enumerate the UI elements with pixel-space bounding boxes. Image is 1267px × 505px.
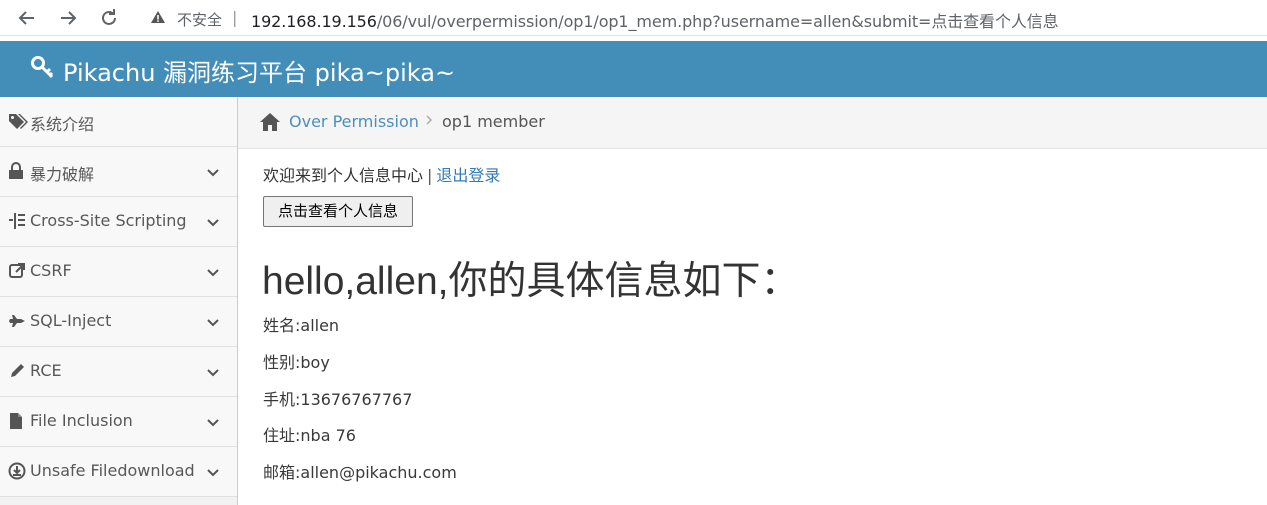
sidebar-item-label: 暴力破解 bbox=[30, 165, 95, 184]
sidebar-item-sql-inject[interactable]: SQL-Inject bbox=[0, 297, 237, 347]
sidebar-item-label: Unsafe Filedownload bbox=[30, 461, 195, 480]
url-host: 192.168.19.156 bbox=[251, 12, 377, 31]
sidebar-item-label: File Inclusion bbox=[30, 411, 133, 430]
address-bar[interactable]: 不安全 | 192.168.19.156/06/vul/overpermissi… bbox=[140, 3, 1260, 33]
sidebar-item-brute-force[interactable]: 暴力破解 bbox=[0, 147, 237, 197]
pencil-icon bbox=[8, 362, 26, 380]
home-icon[interactable] bbox=[259, 112, 281, 132]
info-gender: 性别:boy bbox=[263, 353, 330, 372]
chevron-down-icon[interactable] bbox=[206, 165, 220, 179]
welcome-line: 欢迎来到个人信息中心 | 退出登录 bbox=[263, 162, 500, 186]
chevron-down-icon[interactable] bbox=[206, 315, 220, 329]
breadcrumb-link-over-permission[interactable]: Over Permission bbox=[289, 112, 419, 131]
reload-icon[interactable] bbox=[96, 5, 122, 31]
sidebar-item-label: Cross-Site Scripting bbox=[30, 211, 187, 230]
breadcrumb: Over Permission op1 member bbox=[238, 97, 1267, 149]
chevron-down-icon[interactable] bbox=[206, 365, 220, 379]
sidebar-item-label: CSRF bbox=[30, 261, 72, 280]
info-address: 住址:nba 76 bbox=[263, 426, 356, 445]
breadcrumb-current: op1 member bbox=[442, 112, 545, 131]
site-header: Pikachu 漏洞练习平台 pika~pika~ bbox=[0, 41, 1267, 97]
file-icon bbox=[8, 412, 26, 430]
sidebar-item-intro[interactable]: 系统介绍 bbox=[0, 97, 237, 147]
address-separator: | bbox=[232, 8, 238, 27]
info-phone: 手机:13676767767 bbox=[263, 390, 413, 409]
welcome-pipe: | bbox=[427, 166, 433, 185]
arrow-right-icon[interactable] bbox=[55, 5, 81, 31]
chevron-down-icon[interactable] bbox=[206, 465, 220, 479]
chevron-down-icon[interactable] bbox=[206, 215, 220, 229]
url-path: /06/vul/overpermission/op1/op1_mem.php?u… bbox=[376, 12, 1059, 31]
share-icon bbox=[8, 262, 26, 280]
info-name: 姓名:allen bbox=[263, 316, 340, 335]
view-info-button[interactable]: 点击查看个人信息 bbox=[263, 196, 413, 227]
lock-icon bbox=[8, 162, 26, 180]
warning-icon[interactable] bbox=[150, 10, 166, 28]
sidebar-item-rce[interactable]: RCE bbox=[0, 347, 237, 397]
indent-icon bbox=[8, 212, 26, 230]
security-label[interactable]: 不安全 bbox=[177, 9, 222, 30]
sidebar: 系统介绍 暴力破解 Cross-Site Scripting CSRF SQL-… bbox=[0, 97, 238, 505]
download-icon bbox=[8, 462, 26, 480]
sidebar-item-unsafe-filedownload[interactable]: Unsafe Filedownload bbox=[0, 447, 237, 497]
sidebar-item-label: RCE bbox=[30, 361, 62, 380]
chevron-down-icon[interactable] bbox=[206, 265, 220, 279]
logout-link[interactable]: 退出登录 bbox=[436, 166, 500, 185]
sidebar-item-label: 系统介绍 bbox=[30, 115, 95, 134]
sidebar-item-label: SQL-Inject bbox=[30, 311, 112, 330]
sidebar-item-file-inclusion[interactable]: File Inclusion bbox=[0, 397, 237, 447]
browser-toolbar: 不安全 | 192.168.19.156/06/vul/overpermissi… bbox=[0, 0, 1267, 36]
tags-icon bbox=[8, 112, 28, 130]
welcome-text: 欢迎来到个人信息中心 bbox=[263, 166, 424, 185]
greeting-heading: hello,allen,你的具体信息如下： bbox=[262, 260, 800, 303]
sidebar-item-csrf[interactable]: CSRF bbox=[0, 247, 237, 297]
info-email: 邮箱:allen@pikachu.com bbox=[263, 463, 457, 482]
sidebar-item-xss[interactable]: Cross-Site Scripting bbox=[0, 197, 237, 247]
url-text[interactable]: 192.168.19.156/06/vul/overpermission/op1… bbox=[251, 8, 1059, 32]
arrow-left-icon[interactable] bbox=[14, 5, 40, 31]
breadcrumb-separator bbox=[424, 112, 434, 132]
key-icon bbox=[30, 55, 56, 81]
site-title[interactable]: Pikachu 漏洞练习平台 pika~pika~ bbox=[63, 53, 455, 88]
chevron-down-icon[interactable] bbox=[206, 415, 220, 429]
fighter-jet-icon bbox=[8, 312, 26, 330]
